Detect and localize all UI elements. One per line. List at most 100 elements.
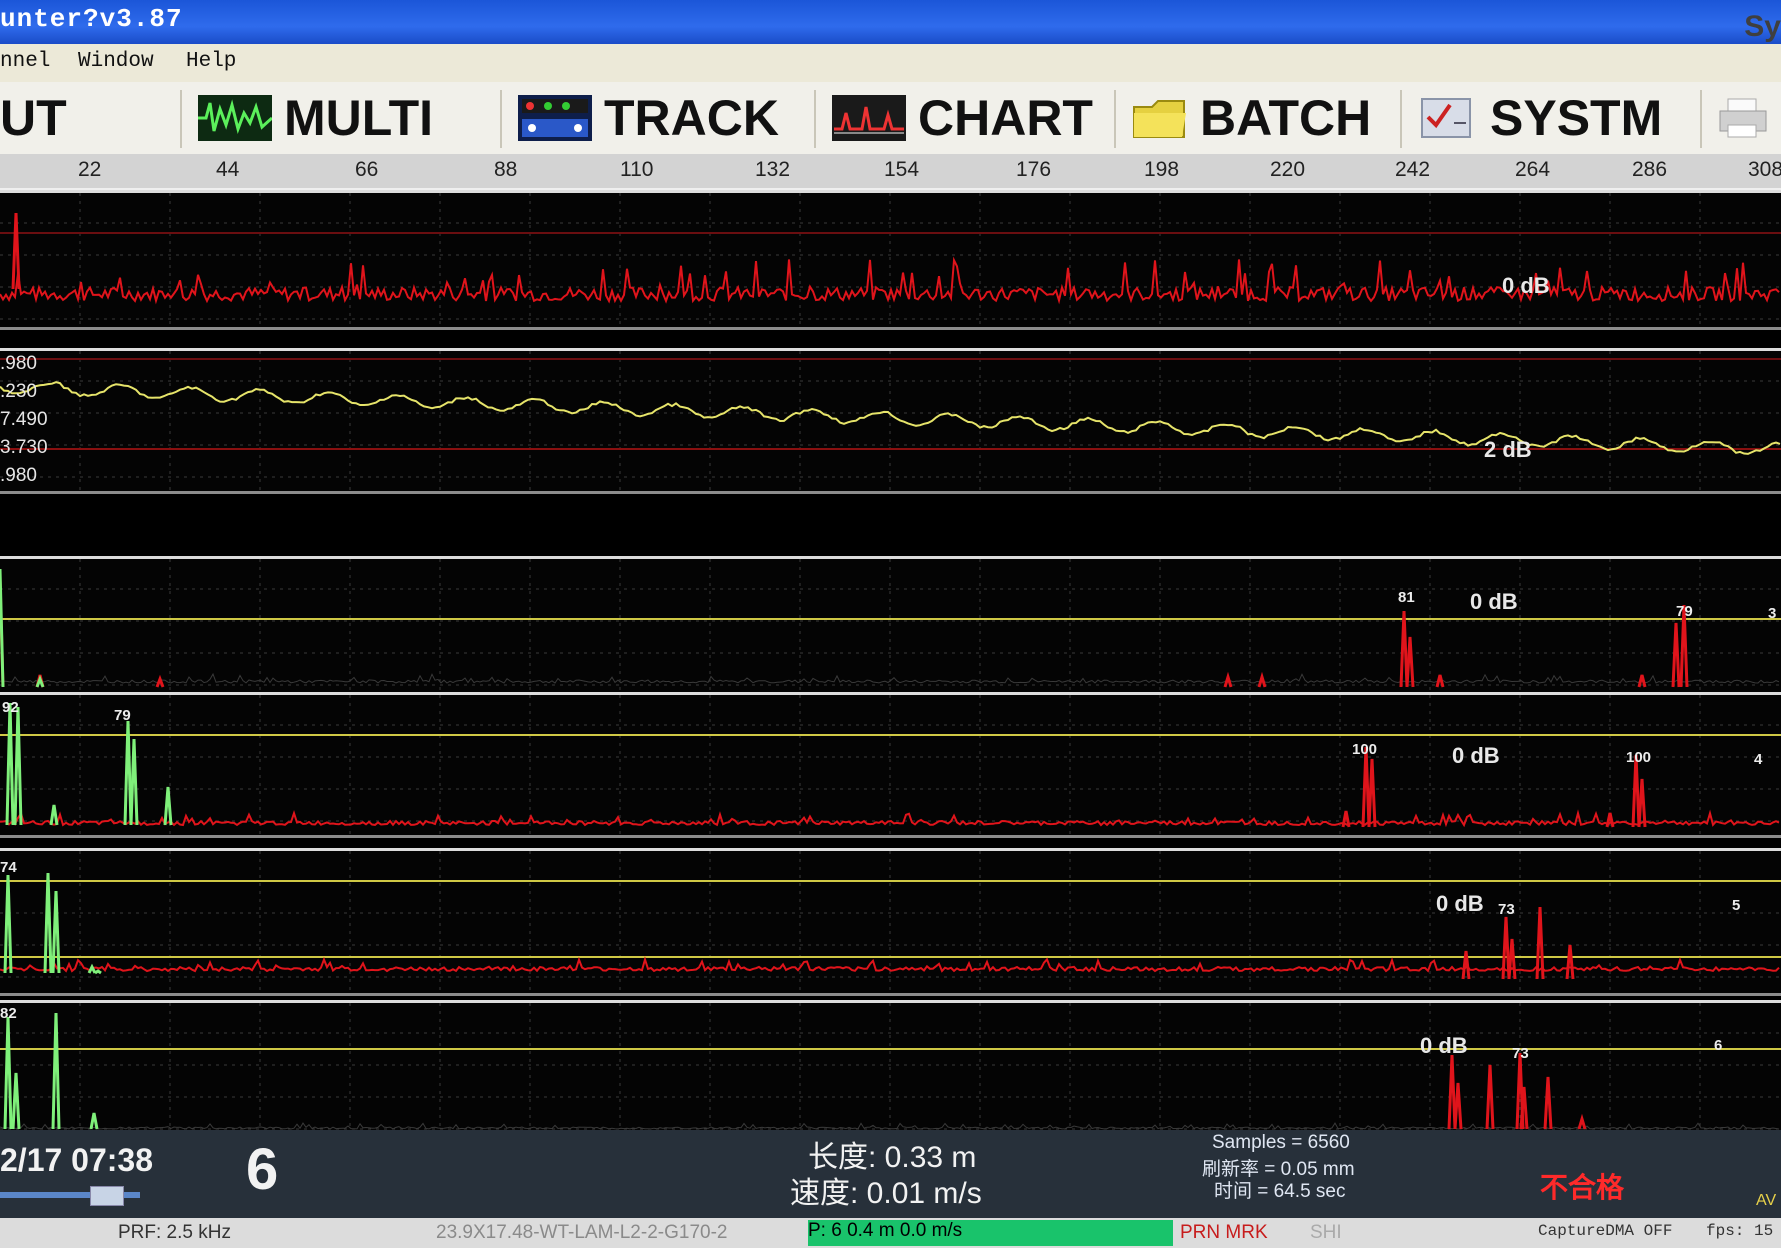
channel-number: 5 [1732, 897, 1741, 914]
y-axis-label: .230 [0, 381, 37, 402]
peak-spike [51, 1012, 61, 1130]
fps-readout: fps: 15 [1706, 1222, 1774, 1240]
peak-spike [1565, 944, 1575, 980]
toolbar: UT MULTI TRACK CHART BATCH SYSTM [0, 82, 1781, 156]
shi-flag: SHI [1310, 1222, 1342, 1243]
peak-spike [0, 568, 5, 688]
chart-icon [832, 95, 906, 141]
ut-button[interactable]: UT [0, 88, 67, 148]
scale-tick: 176 [1016, 158, 1052, 181]
menu-help[interactable]: Help [186, 50, 236, 73]
peak-spike [3, 1016, 13, 1130]
scale-tick: 22 [78, 158, 102, 181]
channel-5-trace [0, 851, 1781, 993]
channel-5-panel[interactable]: 0 dB 74 73 5 [0, 848, 1781, 996]
scale-tick: 110 [620, 158, 654, 181]
toolbar-separator [1400, 90, 1402, 148]
peak-spike [1447, 1054, 1457, 1130]
scale-tick: 88 [494, 158, 518, 181]
peak-spike [1257, 671, 1267, 688]
channel-2-gain: 2 dB [1484, 437, 1532, 462]
chart-label: CHART [918, 90, 1093, 146]
title-right-text: Sy [1744, 10, 1781, 43]
peak-spike [1671, 622, 1681, 688]
channel-1-trace [0, 193, 1781, 327]
waveform-icon [198, 95, 274, 141]
peak-spike [3, 874, 13, 974]
printer-icon [1718, 95, 1768, 141]
y-axis-label: .980 [0, 465, 37, 486]
channel-3-trace [0, 559, 1781, 695]
scale-tick: 220 [1270, 158, 1306, 181]
scale-tick: 66 [355, 158, 379, 181]
toolbar-separator [1114, 90, 1116, 148]
peak-label: 92 [2, 699, 19, 716]
channel-4-panel[interactable]: 0 dB 92 79 100 100 4 [0, 692, 1781, 838]
channel-number: 6 [1714, 1037, 1723, 1054]
peak-spike [13, 706, 23, 826]
channel-4-trace [0, 695, 1781, 835]
peak-spike [1461, 950, 1471, 980]
title-bar: unter?v3.87 Sy [0, 0, 1781, 44]
toolbar-separator [1700, 90, 1702, 148]
status-bar: PRF: 2.5 kHz 23.9X17.48-WT-LAM-L2-2-G170… [0, 1218, 1781, 1248]
peak-label: 82 [0, 1005, 17, 1022]
chart-button[interactable]: CHART [832, 88, 1093, 148]
peak-label: 73 [1512, 1045, 1529, 1062]
batch-button[interactable]: BATCH [1132, 88, 1371, 148]
folder-icon [1132, 95, 1188, 141]
scale-tick: 264 [1515, 158, 1551, 181]
scale-tick: 286 [1632, 158, 1668, 181]
peak-spike [87, 963, 97, 974]
scale-tick: 44 [216, 158, 240, 181]
peak-spike [89, 1112, 99, 1130]
channel-6-panel[interactable]: 0 dB 82 73 6 [0, 1000, 1781, 1136]
peak-spike [11, 1072, 21, 1130]
distance-scale: 22 44 66 88 110 132 154 176 198 220 242 … [0, 154, 1781, 191]
multi-button[interactable]: MULTI [198, 88, 433, 148]
peak-spike [1405, 636, 1415, 688]
position-speed-readout: P: 6 0.4 m 0.0 m/s [808, 1220, 1173, 1246]
y-axis-label: .980 [0, 353, 37, 374]
scale-tick: 154 [884, 158, 920, 181]
toolbar-separator [500, 90, 502, 148]
toolbar-separator [180, 90, 182, 148]
peak-spike [1367, 758, 1377, 828]
window-title: unter?v3.87 [0, 4, 183, 34]
peak-label: 79 [1676, 603, 1693, 620]
peak-spike [5, 702, 15, 826]
peak-spike [51, 890, 61, 974]
peak-label: 73 [1498, 901, 1515, 918]
track-label: TRACK [604, 90, 779, 146]
slider-handle[interactable] [90, 1186, 124, 1206]
systm-button[interactable]: SYSTM [1418, 88, 1662, 148]
menu-bar: nnel Window Help [0, 44, 1781, 83]
toolbar-separator [814, 90, 816, 148]
channel-6-gain: 0 dB [1420, 1033, 1468, 1058]
systm-label: SYSTM [1490, 90, 1663, 146]
channel-6-trace [0, 1003, 1781, 1133]
channel-1-panel[interactable]: 0 dB [0, 190, 1781, 330]
peak-label: 74 [0, 859, 17, 876]
samples-readout: Samples = 6560 [1212, 1132, 1350, 1153]
print-button[interactable] [1718, 88, 1780, 148]
peak-spike [49, 804, 59, 826]
track-button[interactable]: TRACK [518, 88, 779, 148]
peak-spike [1485, 1064, 1495, 1130]
menu-window[interactable]: Window [78, 50, 154, 73]
channel-1-gain: 0 dB [1502, 273, 1550, 298]
ut-label: UT [0, 90, 67, 146]
y-axis-label: 7.490 [0, 409, 48, 430]
channel-3-panel[interactable]: 0 dB 81 79 3 [0, 556, 1781, 698]
menu-channel[interactable]: nnel [0, 50, 50, 73]
peak-spike [129, 738, 139, 826]
channel-number: 3 [1768, 605, 1777, 622]
channel-2-trace [0, 351, 1781, 491]
channel-2-panel[interactable]: .980 .230 7.490 3.730 .980 2 dB [0, 348, 1781, 494]
corner-label: AV [1756, 1192, 1777, 1209]
fail-status: 不合格 [1540, 1172, 1625, 1203]
print-mark-flags[interactable]: PRN MRK [1180, 1222, 1268, 1244]
peak-label: 100 [1626, 749, 1652, 766]
time-readout: 时间 = 64.5 sec [1214, 1181, 1346, 1202]
multi-label: MULTI [284, 90, 434, 146]
